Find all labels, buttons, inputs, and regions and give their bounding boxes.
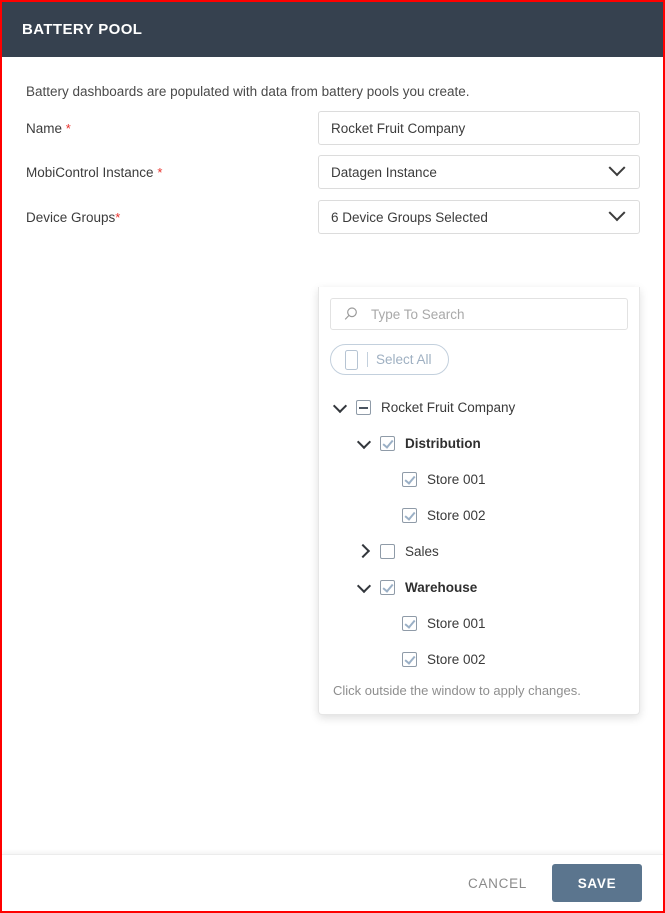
checkbox-checked[interactable] bbox=[402, 471, 417, 487]
device-groups-dropdown-panel: Select All Rocket Fruit Company Distribu… bbox=[318, 287, 640, 715]
chevron-down-icon[interactable] bbox=[356, 578, 374, 596]
tree-node[interactable]: Store 002 bbox=[330, 497, 628, 533]
tree-node[interactable]: Sales bbox=[330, 533, 628, 569]
tree-node-label: Store 002 bbox=[427, 651, 486, 667]
device-icon bbox=[345, 349, 358, 370]
chevron-right-icon[interactable] bbox=[356, 542, 374, 560]
tree-node[interactable]: Store 001 bbox=[330, 605, 628, 641]
checkbox-indeterminate[interactable] bbox=[356, 399, 371, 415]
dialog-body: Battery dashboards are populated with da… bbox=[2, 57, 663, 853]
cancel-button[interactable]: CANCEL bbox=[462, 868, 533, 899]
tree-node-label: Store 002 bbox=[427, 507, 486, 523]
chevron-down-icon bbox=[608, 204, 626, 222]
checkbox-checked[interactable] bbox=[380, 579, 395, 595]
label-device-groups: Device Groups* bbox=[26, 210, 120, 225]
field-row-name: Name * Rocket Fruit Company bbox=[2, 111, 663, 145]
tree-node[interactable]: Rocket Fruit Company bbox=[330, 389, 628, 425]
input-name-value: Rocket Fruit Company bbox=[331, 120, 466, 136]
required-asterisk: * bbox=[157, 164, 163, 180]
checkbox-checked[interactable] bbox=[402, 507, 417, 523]
battery-pool-dialog: BATTERY POOL Battery dashboards are popu… bbox=[0, 0, 665, 913]
label-instance: MobiControl Instance * bbox=[26, 165, 162, 180]
dialog-footer: CANCEL SAVE bbox=[2, 854, 663, 911]
tree-node-label: Distribution bbox=[405, 435, 481, 451]
tree-node[interactable]: Store 002 bbox=[330, 641, 628, 677]
label-name: Name * bbox=[26, 121, 71, 136]
checkbox-unchecked[interactable] bbox=[380, 543, 395, 559]
label-name-text: Name bbox=[26, 120, 66, 136]
tree-node-label: Store 001 bbox=[427, 615, 486, 631]
intro-text: Battery dashboards are populated with da… bbox=[26, 84, 470, 99]
field-row-device-groups: Device Groups* 6 Device Groups Selected bbox=[2, 200, 663, 234]
select-device-groups[interactable]: 6 Device Groups Selected bbox=[318, 200, 640, 234]
select-instance-value: Datagen Instance bbox=[331, 164, 437, 180]
tree-node[interactable]: Distribution bbox=[330, 425, 628, 461]
checkbox-checked[interactable] bbox=[402, 651, 417, 667]
search-input[interactable] bbox=[369, 305, 627, 323]
label-instance-text: MobiControl Instance bbox=[26, 164, 158, 180]
checkbox-checked[interactable] bbox=[402, 615, 417, 631]
divider bbox=[367, 352, 368, 367]
tree-node[interactable]: Warehouse bbox=[330, 569, 628, 605]
select-device-groups-value: 6 Device Groups Selected bbox=[331, 209, 488, 225]
search-icon bbox=[343, 306, 359, 322]
select-all-label: Select All bbox=[376, 352, 432, 367]
tree-node-label: Warehouse bbox=[405, 579, 478, 595]
select-all-button[interactable]: Select All bbox=[330, 344, 449, 375]
tree-node[interactable]: Store 001 bbox=[330, 461, 628, 497]
tree-node-label: Store 001 bbox=[427, 471, 486, 487]
panel-hint-text: Click outside the window to apply change… bbox=[333, 683, 581, 698]
dialog-title: BATTERY POOL bbox=[22, 21, 143, 38]
chevron-down-icon[interactable] bbox=[356, 434, 374, 452]
label-device-groups-text: Device Groups bbox=[26, 209, 116, 225]
tree-node-label: Sales bbox=[405, 543, 439, 559]
dialog-titlebar: BATTERY POOL bbox=[2, 2, 663, 57]
checkbox-checked[interactable] bbox=[380, 435, 395, 451]
chevron-down-icon[interactable] bbox=[332, 398, 350, 416]
device-group-tree: Rocket Fruit Company Distribution Store … bbox=[330, 389, 628, 679]
required-asterisk: * bbox=[115, 209, 121, 225]
save-button[interactable]: SAVE bbox=[552, 864, 642, 902]
select-mobicontrol-instance[interactable]: Datagen Instance bbox=[318, 155, 640, 189]
input-name[interactable]: Rocket Fruit Company bbox=[318, 111, 640, 145]
search-field[interactable] bbox=[330, 298, 628, 330]
required-asterisk: * bbox=[65, 120, 71, 136]
tree-node-label: Rocket Fruit Company bbox=[381, 399, 516, 415]
chevron-down-icon bbox=[608, 159, 626, 177]
field-row-instance: MobiControl Instance * Datagen Instance bbox=[2, 155, 663, 189]
